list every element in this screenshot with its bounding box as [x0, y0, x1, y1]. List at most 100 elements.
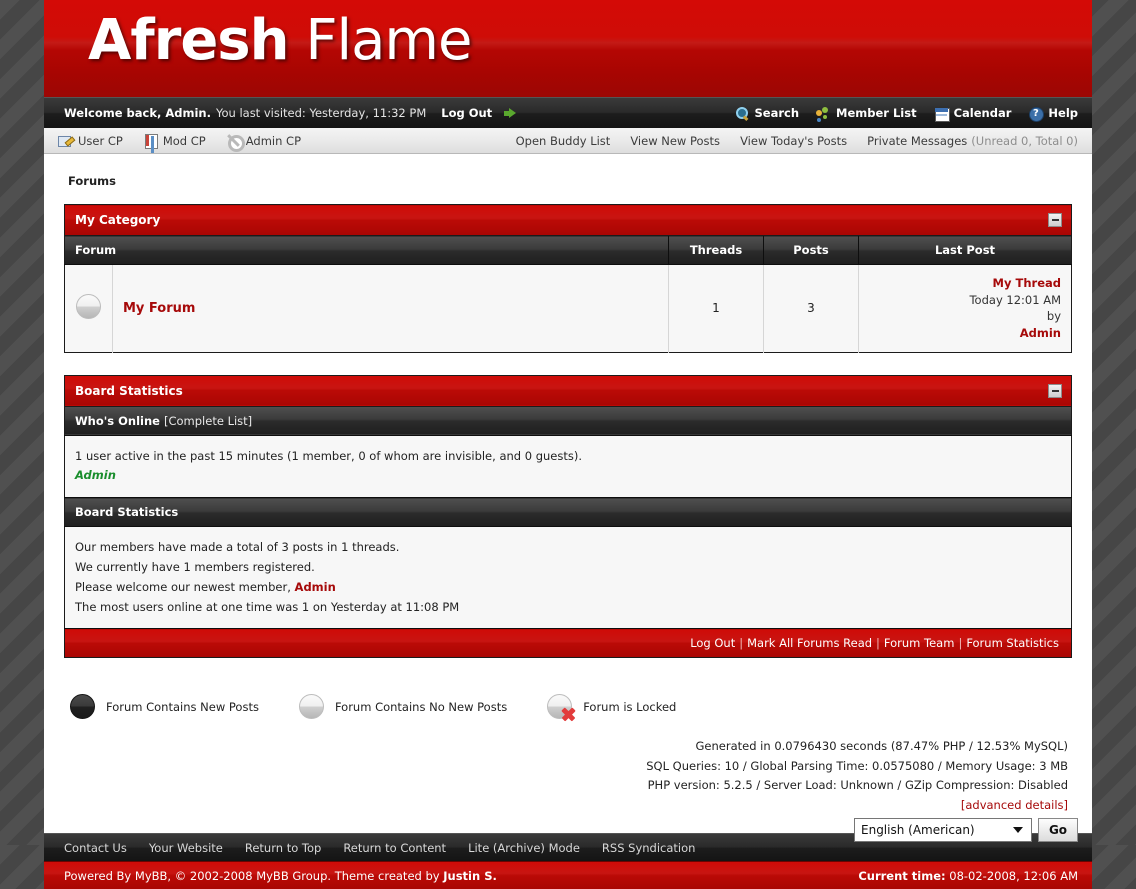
calendar-link[interactable]: Calendar: [934, 106, 1012, 122]
arrow-right-icon: [504, 107, 517, 119]
main-content: Forums My Category Forum Threads Posts L…: [44, 154, 1092, 834]
collapse-category-button[interactable]: [1048, 213, 1062, 227]
current-time-label: Current time:: [858, 868, 946, 883]
user-cp-label: User CP: [78, 133, 123, 148]
forum-new-posts-icon: [70, 694, 95, 720]
forum-legend: Forum Contains New Posts Forum Contains …: [64, 680, 1072, 722]
secondary-nav: User CP Mod CP Admin CP Open Buddy List …: [44, 128, 1092, 154]
whos-online-header-row: Who's Online [Complete List]: [64, 405, 1072, 436]
lite-archive-mode-link[interactable]: Lite (Archive) Mode: [468, 841, 580, 855]
footer-nav: Contact Us Your Website Return to Top Re…: [44, 818, 1092, 862]
admin-cp-link[interactable]: Admin CP: [226, 133, 302, 152]
whos-online-summary: 1 user active in the past 15 minutes (1 …: [75, 448, 583, 463]
board-statistics-table: Board Statistics Who's Online [Complete …: [64, 374, 1072, 659]
last-post-thread-link[interactable]: My Thread: [869, 275, 1061, 292]
forum-statistics-link[interactable]: Forum Statistics: [966, 636, 1059, 650]
legend-item-locked: Forum is Locked: [547, 694, 677, 722]
forum-link[interactable]: My Forum: [123, 301, 195, 316]
return-to-content-link[interactable]: Return to Content: [343, 841, 446, 855]
logout-link[interactable]: Log Out: [441, 106, 492, 120]
user-cp-link[interactable]: User CP: [58, 133, 123, 148]
pm-counts: (Unread 0, Total 0): [971, 133, 1078, 148]
chevron-down-icon: [1013, 827, 1023, 834]
board-statistics-title: Board Statistics: [75, 383, 183, 398]
online-member-link[interactable]: Admin: [75, 468, 116, 482]
return-to-top-link[interactable]: Return to Top: [245, 841, 321, 855]
board-statistics-header: Board Statistics: [64, 375, 1072, 407]
legend-item-no-new-posts: Forum Contains No New Posts: [298, 694, 508, 720]
help-label: Help: [1048, 106, 1078, 120]
category-header-row: My Category: [64, 204, 1072, 236]
whos-online-header: Who's Online [Complete List]: [64, 405, 1072, 436]
legend-item-new-posts: Forum Contains New Posts: [70, 694, 259, 720]
mod-cp-label: Mod CP: [162, 133, 206, 148]
search-label: Search: [754, 106, 800, 120]
stats-line-4: The most users online at one time was 1 …: [75, 599, 460, 614]
generation-line-2: SQL Queries: 10 / Global Parsing Time: 0…: [646, 758, 1068, 773]
private-messages-group: Private Messages (Unread 0, Total 0): [867, 134, 1078, 148]
calendar-icon: [934, 106, 950, 122]
admin-cp-label: Admin CP: [245, 133, 302, 148]
complete-list-link[interactable]: [Complete List]: [164, 414, 252, 428]
statistics-body: Our members have made a total of 3 posts…: [64, 526, 1072, 629]
board-stats-header-row: Board Statistics: [64, 375, 1072, 407]
mod-cp-link[interactable]: Mod CP: [143, 133, 206, 149]
private-messages-link[interactable]: Private Messages: [867, 134, 967, 148]
mark-all-forums-read-link[interactable]: Mark All Forums Read: [747, 636, 872, 650]
welcome-message: Welcome back, Admin. You last visited: Y…: [64, 106, 735, 120]
gear-icon: [226, 133, 245, 152]
category-title: My Category: [75, 213, 161, 227]
site-header: Afresh Flame: [44, 0, 1092, 97]
lock-x-icon: [560, 706, 576, 722]
statistics-subheader: Board Statistics: [64, 497, 1072, 528]
last-visit-text: You last visited: Yesterday, 11:32 PM: [215, 106, 427, 120]
site-logo[interactable]: Afresh Flame: [88, 8, 472, 73]
newest-member-link[interactable]: Admin: [295, 580, 336, 594]
welcome-bar: Welcome back, Admin. You last visited: Y…: [44, 97, 1092, 128]
forum-no-new-posts-icon: [298, 694, 324, 720]
logout-label: Log Out: [441, 106, 493, 120]
page-container: Afresh Flame Welcome back, Admin. You la…: [44, 0, 1092, 889]
search-link[interactable]: Search: [735, 106, 800, 121]
stats-line-3: Please welcome our newest member, Admin: [75, 578, 1061, 598]
current-time-value: 08-02-2008, 12:06 AM: [949, 868, 1078, 883]
language-go-button[interactable]: Go: [1038, 818, 1078, 843]
forum-category-table: My Category Forum Threads Posts Last Pos…: [64, 204, 1072, 353]
forum-last-post-cell: My Thread Today 12:01 AM by Admin: [858, 264, 1072, 353]
powered-by-text: Powered By MyBB, © 2002-2008 MyBB Group.…: [64, 869, 497, 883]
forum-team-link[interactable]: Forum Team: [884, 636, 955, 650]
breadcrumb[interactable]: Forums: [64, 168, 1072, 204]
advanced-details-link[interactable]: [advanced details]: [961, 798, 1068, 812]
modcp-icon: [143, 133, 158, 149]
language-selected-value: English (American): [861, 823, 975, 838]
newest-member-prefix: Please welcome our newest member,: [75, 579, 295, 594]
last-post-author-link[interactable]: Admin: [869, 325, 1061, 342]
language-select[interactable]: English (American): [854, 818, 1032, 843]
column-header-row: Forum Threads Posts Last Post: [64, 235, 1072, 265]
open-buddy-list-link[interactable]: Open Buddy List: [516, 134, 611, 148]
powered-by-prefix: Powered By MyBB, © 2002-2008 MyBB Group.…: [64, 868, 444, 883]
footer-logout-link[interactable]: Log Out: [690, 636, 735, 650]
stats-line-2: We currently have 1 members registered.: [75, 559, 315, 574]
column-last-post: Last Post: [858, 235, 1072, 265]
nav-right-links: Open Buddy List View New Posts View Toda…: [516, 134, 1078, 148]
help-icon: [1028, 106, 1045, 122]
calendar-label: Calendar: [953, 106, 1012, 120]
view-new-posts-link[interactable]: View New Posts: [630, 134, 720, 148]
legend-label-no-new-posts: Forum Contains No New Posts: [334, 699, 508, 714]
whos-online-heading: Who's Online: [75, 413, 160, 428]
your-website-link[interactable]: Your Website: [149, 841, 223, 855]
member-list-link[interactable]: Member List: [816, 106, 917, 121]
view-todays-posts-link[interactable]: View Today's Posts: [740, 134, 847, 148]
welcome-greeting: Welcome back, Admin.: [64, 106, 211, 120]
contact-us-link[interactable]: Contact Us: [64, 841, 127, 855]
generation-stats: Generated in 0.0796430 seconds (87.47% P…: [64, 719, 1072, 815]
stats-header-row: Board Statistics: [64, 497, 1072, 528]
legend-label-locked: Forum is Locked: [583, 699, 677, 714]
rss-syndication-link[interactable]: RSS Syndication: [602, 841, 696, 855]
forum-no-new-posts-icon[interactable]: [76, 294, 101, 320]
help-link[interactable]: Help: [1028, 106, 1078, 122]
forum-name-cell: My Forum: [112, 264, 669, 353]
theme-author-link[interactable]: Justin S.: [443, 869, 497, 883]
collapse-board-statistics-button[interactable]: [1048, 383, 1062, 398]
